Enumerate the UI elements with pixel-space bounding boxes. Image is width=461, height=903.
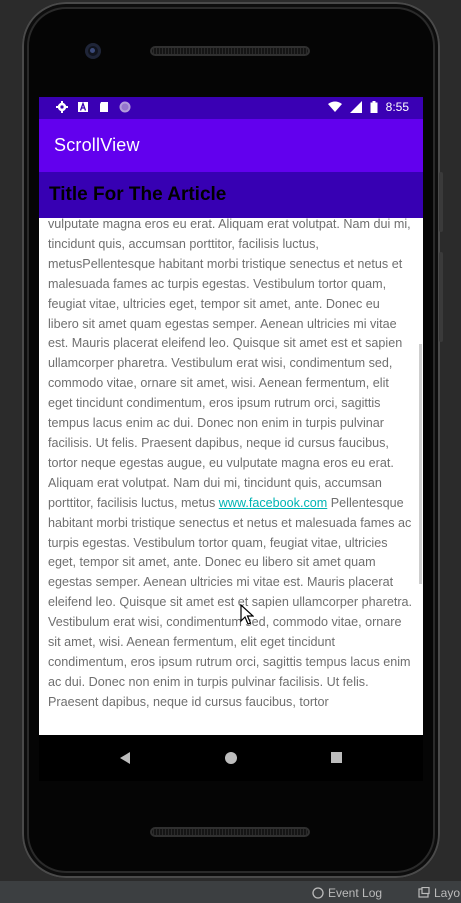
event-log-item[interactable]: Event Log bbox=[312, 886, 382, 900]
layout-icon bbox=[418, 887, 430, 898]
article-text-part-2: Pellentesque habitant morbi tristique se… bbox=[48, 495, 413, 709]
article-text: vulputate magna eros eu erat. Aliquam er… bbox=[48, 218, 414, 713]
status-right-icons: 8:55 bbox=[327, 100, 409, 114]
layout-label: Layo bbox=[434, 886, 461, 900]
home-icon[interactable] bbox=[225, 752, 237, 764]
navigation-bar bbox=[39, 735, 423, 781]
app-title: ScrollView bbox=[54, 135, 140, 155]
device-screen: 8:55 ScrollView Title For The Article vu… bbox=[39, 97, 423, 735]
wifi-icon bbox=[327, 101, 342, 112]
a-badge-icon bbox=[78, 101, 88, 112]
back-icon[interactable] bbox=[120, 752, 130, 764]
article-heading: Title For The Article bbox=[49, 184, 227, 205]
event-log-icon bbox=[312, 887, 324, 899]
circle-icon bbox=[119, 101, 131, 113]
ide-status-bar: Event Log Layo bbox=[0, 880, 461, 903]
event-log-label: Event Log bbox=[328, 886, 383, 900]
signal-icon bbox=[349, 101, 362, 113]
article-text-part-1: vulputate magna eros eu erat. Aliquam er… bbox=[48, 218, 411, 510]
mouse-cursor-icon bbox=[240, 604, 254, 625]
article-header: Title For The Article bbox=[39, 172, 423, 218]
recents-icon[interactable] bbox=[331, 752, 342, 763]
layout-inspector-item[interactable]: Layo bbox=[418, 886, 460, 900]
bottom-speaker bbox=[150, 827, 310, 837]
power-button[interactable] bbox=[439, 172, 443, 232]
volume-button[interactable] bbox=[439, 252, 443, 342]
top-speaker bbox=[150, 46, 310, 56]
gear-icon bbox=[56, 101, 68, 113]
front-camera bbox=[85, 43, 101, 59]
battery-icon bbox=[370, 101, 378, 113]
status-bar: 8:55 bbox=[39, 97, 423, 119]
status-left-icons bbox=[56, 101, 131, 113]
article-scroll-view[interactable]: vulputate magna eros eu erat. Aliquam er… bbox=[48, 218, 414, 735]
facebook-link[interactable]: www.facebook.com bbox=[219, 496, 328, 510]
status-time: 8:55 bbox=[385, 100, 409, 114]
sd-card-icon bbox=[100, 102, 108, 112]
app-bar: ScrollView bbox=[39, 119, 423, 172]
scrollbar-thumb[interactable] bbox=[419, 344, 422, 584]
